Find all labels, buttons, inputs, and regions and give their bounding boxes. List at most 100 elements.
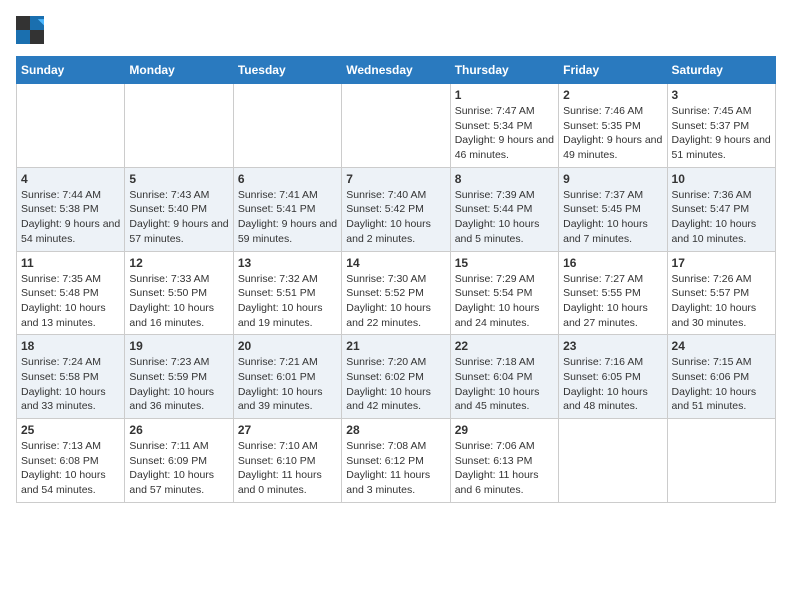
calendar-cell: 8 Sunrise: 7:39 AM Sunset: 5:44 PM Daylig… — [450, 167, 558, 251]
day-info: Sunrise: 7:39 AM Sunset: 5:44 PM Dayligh… — [455, 188, 554, 247]
weekday-header-sunday: Sunday — [17, 57, 125, 84]
day-number: 4 — [21, 172, 120, 186]
day-number: 11 — [21, 256, 120, 270]
header — [16, 16, 776, 44]
day-info: Sunrise: 7:24 AM Sunset: 5:58 PM Dayligh… — [21, 355, 120, 414]
day-info: Sunrise: 7:08 AM Sunset: 6:12 PM Dayligh… — [346, 439, 445, 498]
day-number: 5 — [129, 172, 228, 186]
day-info: Sunrise: 7:18 AM Sunset: 6:04 PM Dayligh… — [455, 355, 554, 414]
day-info: Sunrise: 7:27 AM Sunset: 5:55 PM Dayligh… — [563, 272, 662, 331]
day-number: 21 — [346, 339, 445, 353]
calendar-cell — [17, 84, 125, 168]
day-info: Sunrise: 7:23 AM Sunset: 5:59 PM Dayligh… — [129, 355, 228, 414]
day-number: 27 — [238, 423, 337, 437]
weekday-header-monday: Monday — [125, 57, 233, 84]
day-number: 16 — [563, 256, 662, 270]
day-number: 17 — [672, 256, 771, 270]
calendar-cell: 12 Sunrise: 7:33 AM Sunset: 5:50 PM Dayli… — [125, 251, 233, 335]
day-info: Sunrise: 7:16 AM Sunset: 6:05 PM Dayligh… — [563, 355, 662, 414]
calendar-cell — [233, 84, 341, 168]
day-info: Sunrise: 7:44 AM Sunset: 5:38 PM Dayligh… — [21, 188, 120, 247]
day-number: 6 — [238, 172, 337, 186]
calendar-cell: 6 Sunrise: 7:41 AM Sunset: 5:41 PM Daylig… — [233, 167, 341, 251]
calendar-week-5: 25 Sunrise: 7:13 AM Sunset: 6:08 PM Dayli… — [17, 419, 776, 503]
calendar-cell: 7Sunrise: 7:40 AM Sunset: 5:42 PM Daylig… — [342, 167, 450, 251]
calendar-cell — [667, 419, 775, 503]
calendar-cell: 10 Sunrise: 7:36 AM Sunset: 5:47 PM Dayli… — [667, 167, 775, 251]
day-number: 26 — [129, 423, 228, 437]
day-info: Sunrise: 7:47 AM Sunset: 5:34 PM Dayligh… — [455, 104, 554, 163]
calendar-cell: 21Sunrise: 7:20 AM Sunset: 6:02 PM Dayli… — [342, 335, 450, 419]
calendar-cell: 11 Sunrise: 7:35 AM Sunset: 5:48 PM Dayli… — [17, 251, 125, 335]
calendar: SundayMondayTuesdayWednesdayThursdayFrid… — [16, 56, 776, 503]
day-number: 14 — [346, 256, 445, 270]
calendar-cell: 29 Sunrise: 7:06 AM Sunset: 6:13 PM Dayli… — [450, 419, 558, 503]
day-number: 7 — [346, 172, 445, 186]
calendar-cell: 25 Sunrise: 7:13 AM Sunset: 6:08 PM Dayli… — [17, 419, 125, 503]
day-number: 19 — [129, 339, 228, 353]
weekday-header-wednesday: Wednesday — [342, 57, 450, 84]
calendar-cell — [125, 84, 233, 168]
calendar-cell: 4 Sunrise: 7:44 AM Sunset: 5:38 PM Daylig… — [17, 167, 125, 251]
weekday-header-tuesday: Tuesday — [233, 57, 341, 84]
day-number: 2 — [563, 88, 662, 102]
calendar-cell: 28 Sunrise: 7:08 AM Sunset: 6:12 PM Dayli… — [342, 419, 450, 503]
day-number: 1 — [455, 88, 554, 102]
logo-icon — [16, 16, 44, 44]
calendar-cell: 5 Sunrise: 7:43 AM Sunset: 5:40 PM Daylig… — [125, 167, 233, 251]
day-number: 29 — [455, 423, 554, 437]
calendar-cell: 17Sunrise: 7:26 AM Sunset: 5:57 PM Dayli… — [667, 251, 775, 335]
day-number: 10 — [672, 172, 771, 186]
calendar-cell: 1 Sunrise: 7:47 AM Sunset: 5:34 PM Daylig… — [450, 84, 558, 168]
day-number: 12 — [129, 256, 228, 270]
day-info: Sunrise: 7:30 AM Sunset: 5:52 PM Dayligh… — [346, 272, 445, 331]
calendar-cell: 9Sunrise: 7:37 AM Sunset: 5:45 PM Daylig… — [559, 167, 667, 251]
day-info: Sunrise: 7:33 AM Sunset: 5:50 PM Dayligh… — [129, 272, 228, 331]
weekday-header-friday: Friday — [559, 57, 667, 84]
calendar-cell: 27 Sunrise: 7:10 AM Sunset: 6:10 PM Dayli… — [233, 419, 341, 503]
day-info: Sunrise: 7:41 AM Sunset: 5:41 PM Dayligh… — [238, 188, 337, 247]
calendar-cell: 18 Sunrise: 7:24 AM Sunset: 5:58 PM Dayli… — [17, 335, 125, 419]
calendar-cell — [342, 84, 450, 168]
day-info: Sunrise: 7:35 AM Sunset: 5:48 PM Dayligh… — [21, 272, 120, 331]
calendar-week-3: 11 Sunrise: 7:35 AM Sunset: 5:48 PM Dayli… — [17, 251, 776, 335]
calendar-cell: 19 Sunrise: 7:23 AM Sunset: 5:59 PM Dayli… — [125, 335, 233, 419]
day-info: Sunrise: 7:10 AM Sunset: 6:10 PM Dayligh… — [238, 439, 337, 498]
day-info: Sunrise: 7:11 AM Sunset: 6:09 PM Dayligh… — [129, 439, 228, 498]
calendar-week-1: 1 Sunrise: 7:47 AM Sunset: 5:34 PM Daylig… — [17, 84, 776, 168]
calendar-cell: 23Sunrise: 7:16 AM Sunset: 6:05 PM Dayli… — [559, 335, 667, 419]
day-number: 9 — [563, 172, 662, 186]
day-number: 25 — [21, 423, 120, 437]
calendar-cell: 3 Sunrise: 7:45 AM Sunset: 5:37 PM Daylig… — [667, 84, 775, 168]
day-info: Sunrise: 7:45 AM Sunset: 5:37 PM Dayligh… — [672, 104, 771, 163]
weekday-header-saturday: Saturday — [667, 57, 775, 84]
calendar-cell — [559, 419, 667, 503]
day-info: Sunrise: 7:43 AM Sunset: 5:40 PM Dayligh… — [129, 188, 228, 247]
day-number: 20 — [238, 339, 337, 353]
calendar-week-2: 4 Sunrise: 7:44 AM Sunset: 5:38 PM Daylig… — [17, 167, 776, 251]
day-number: 3 — [672, 88, 771, 102]
day-number: 24 — [672, 339, 771, 353]
day-info: Sunrise: 7:36 AM Sunset: 5:47 PM Dayligh… — [672, 188, 771, 247]
day-number: 18 — [21, 339, 120, 353]
day-info: Sunrise: 7:29 AM Sunset: 5:54 PM Dayligh… — [455, 272, 554, 331]
day-info: Sunrise: 7:13 AM Sunset: 6:08 PM Dayligh… — [21, 439, 120, 498]
calendar-cell: 22Sunrise: 7:18 AM Sunset: 6:04 PM Dayli… — [450, 335, 558, 419]
day-info: Sunrise: 7:46 AM Sunset: 5:35 PM Dayligh… — [563, 104, 662, 163]
calendar-cell: 15 Sunrise: 7:29 AM Sunset: 5:54 PM Dayli… — [450, 251, 558, 335]
day-number: 28 — [346, 423, 445, 437]
logo — [16, 16, 48, 44]
day-number: 15 — [455, 256, 554, 270]
calendar-header-row: SundayMondayTuesdayWednesdayThursdayFrid… — [17, 57, 776, 84]
day-number: 8 — [455, 172, 554, 186]
calendar-cell: 14 Sunrise: 7:30 AM Sunset: 5:52 PM Dayli… — [342, 251, 450, 335]
day-info: Sunrise: 7:32 AM Sunset: 5:51 PM Dayligh… — [238, 272, 337, 331]
calendar-cell: 16 Sunrise: 7:27 AM Sunset: 5:55 PM Dayli… — [559, 251, 667, 335]
day-info: Sunrise: 7:21 AM Sunset: 6:01 PM Dayligh… — [238, 355, 337, 414]
day-info: Sunrise: 7:06 AM Sunset: 6:13 PM Dayligh… — [455, 439, 554, 498]
day-info: Sunrise: 7:15 AM Sunset: 6:06 PM Dayligh… — [672, 355, 771, 414]
calendar-cell: 2 Sunrise: 7:46 AM Sunset: 5:35 PM Daylig… — [559, 84, 667, 168]
day-number: 13 — [238, 256, 337, 270]
calendar-cell: 13 Sunrise: 7:32 AM Sunset: 5:51 PM Dayli… — [233, 251, 341, 335]
calendar-cell: 26 Sunrise: 7:11 AM Sunset: 6:09 PM Dayli… — [125, 419, 233, 503]
